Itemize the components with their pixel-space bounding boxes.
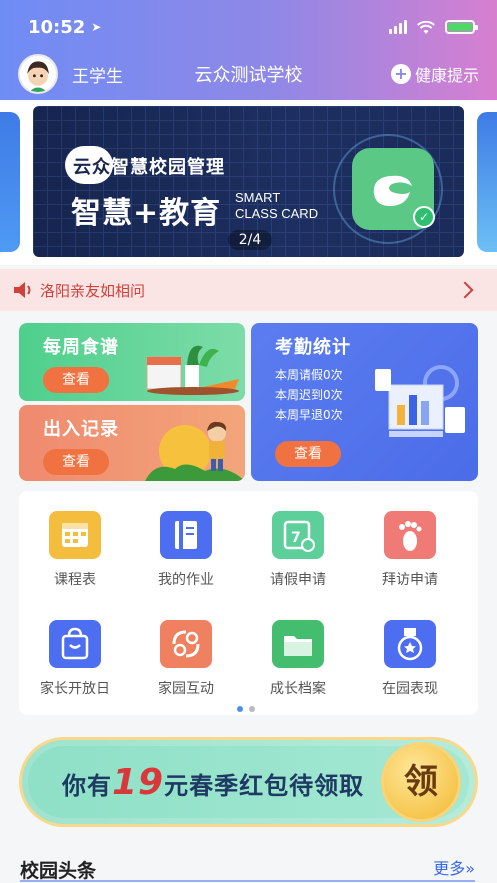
- grid-item-schedule[interactable]: 课程表: [25, 511, 125, 589]
- banner-prev-peek[interactable]: [0, 112, 20, 252]
- grid-item-growth-archive[interactable]: 成长档案: [248, 620, 348, 698]
- avatar[interactable]: [18, 54, 58, 94]
- check-icon: ✓: [413, 206, 435, 228]
- top-bar: 王学生 云众测试学校 + 健康提示: [18, 52, 479, 96]
- banner-brand: 云众智慧校园管理: [73, 157, 225, 178]
- banner-headline: 智慧+教育: [71, 196, 222, 231]
- weekly-menu-title: 每周食谱: [43, 337, 119, 358]
- weekly-menu-card[interactable]: 每周食谱 查看: [19, 323, 245, 401]
- attendance-stats: 本周请假0次 本周迟到0次 本周早退0次: [275, 365, 343, 425]
- health-tips-label: 健康提示: [414, 66, 479, 85]
- grid-item-label: 课程表: [54, 572, 96, 588]
- wifi-icon: [417, 20, 435, 34]
- calendar-clock-icon: 7: [272, 511, 324, 559]
- folder-icon: [272, 620, 324, 668]
- grid-item-label: 我的作业: [158, 572, 214, 588]
- chart-illustration-icon: [375, 365, 465, 437]
- red-packet-banner[interactable]: 你有19元春季红包待领取 领: [19, 737, 478, 827]
- campus-headlines-title: 校园头条: [20, 860, 97, 882]
- location-arrow-icon: ➤: [91, 20, 102, 34]
- username: 王学生: [72, 66, 123, 87]
- student-illustration-icon: [145, 421, 245, 481]
- grid-item-performance[interactable]: 在园表现: [360, 620, 460, 698]
- grid-item-label: 成长档案: [270, 681, 326, 697]
- grid-item-label: 家长开放日: [40, 681, 110, 697]
- access-record-view-button[interactable]: 查看: [43, 449, 109, 475]
- notebook-icon: [160, 511, 212, 559]
- grid-item-label: 请假申请: [270, 572, 326, 588]
- calendar-icon: [49, 511, 101, 559]
- grid-item-label: 拜访申请: [382, 572, 438, 588]
- banner-page-indicator: 2/4: [228, 230, 272, 250]
- attendance-card[interactable]: 考勤统计 本周请假0次 本周迟到0次 本周早退0次 查看: [251, 323, 478, 481]
- access-record-card[interactable]: 出入记录 查看: [19, 405, 245, 481]
- grid-item-leave-request[interactable]: 7 请假申请: [248, 511, 348, 589]
- status-bar: 10:52 ➤: [28, 14, 478, 40]
- page-dot-active[interactable]: [237, 706, 243, 712]
- footprint-icon: [384, 511, 436, 559]
- grid-page-dots: [237, 706, 255, 712]
- food-illustration-icon: [146, 345, 239, 395]
- claim-coin-button[interactable]: 领: [381, 742, 461, 822]
- promo-text: 你有19元春季红包待领取: [62, 762, 365, 803]
- banner-slide[interactable]: 云众智慧校园管理 智慧+教育 SMART CLASS CARD ✓ 2/4: [33, 106, 464, 257]
- grid-item-visit-request[interactable]: 拜访申请: [360, 511, 460, 589]
- speaker-icon: [14, 282, 31, 298]
- medal-icon: [384, 620, 436, 668]
- chevron-right-icon: [456, 281, 474, 299]
- grid-item-open-day[interactable]: 家长开放日: [25, 620, 125, 698]
- more-link[interactable]: 更多»: [433, 855, 475, 879]
- health-tips-button[interactable]: + 健康提示: [390, 62, 479, 86]
- plus-circle-icon: +: [390, 64, 411, 84]
- page-dot[interactable]: [249, 706, 255, 712]
- banner-subtitle: SMART CLASS CARD: [235, 190, 319, 221]
- leave-count: 本周请假0次: [275, 368, 343, 382]
- access-record-title: 出入记录: [43, 419, 119, 440]
- svg-text:7: 7: [291, 530, 301, 546]
- school-name: 云众测试学校: [194, 65, 303, 86]
- banner-next-peek[interactable]: [477, 112, 497, 252]
- section-divider: [20, 880, 475, 882]
- notice-text: 洛阳亲友如相问: [40, 281, 146, 300]
- attendance-view-button[interactable]: 查看: [275, 441, 341, 467]
- grid-item-label: 家园互动: [158, 681, 214, 697]
- signal-icon: [389, 20, 407, 34]
- shopping-bag-icon: [49, 620, 101, 668]
- interaction-icon: [160, 620, 212, 668]
- grid-item-home-school[interactable]: 家园互动: [136, 620, 236, 698]
- attendance-title: 考勤统计: [275, 337, 351, 358]
- early-leave-count: 本周早退0次: [275, 408, 343, 422]
- weekly-menu-view-button[interactable]: 查看: [43, 367, 109, 393]
- status-time: 10:52: [28, 16, 86, 38]
- battery-icon: [445, 20, 478, 34]
- grid-item-label: 在园表现: [382, 681, 438, 697]
- notice-bar[interactable]: 洛阳亲友如相问: [0, 269, 497, 311]
- double-chevron-right-icon: »: [465, 859, 475, 878]
- late-count: 本周迟到0次: [275, 388, 343, 402]
- grid-item-homework[interactable]: 我的作业: [136, 511, 236, 589]
